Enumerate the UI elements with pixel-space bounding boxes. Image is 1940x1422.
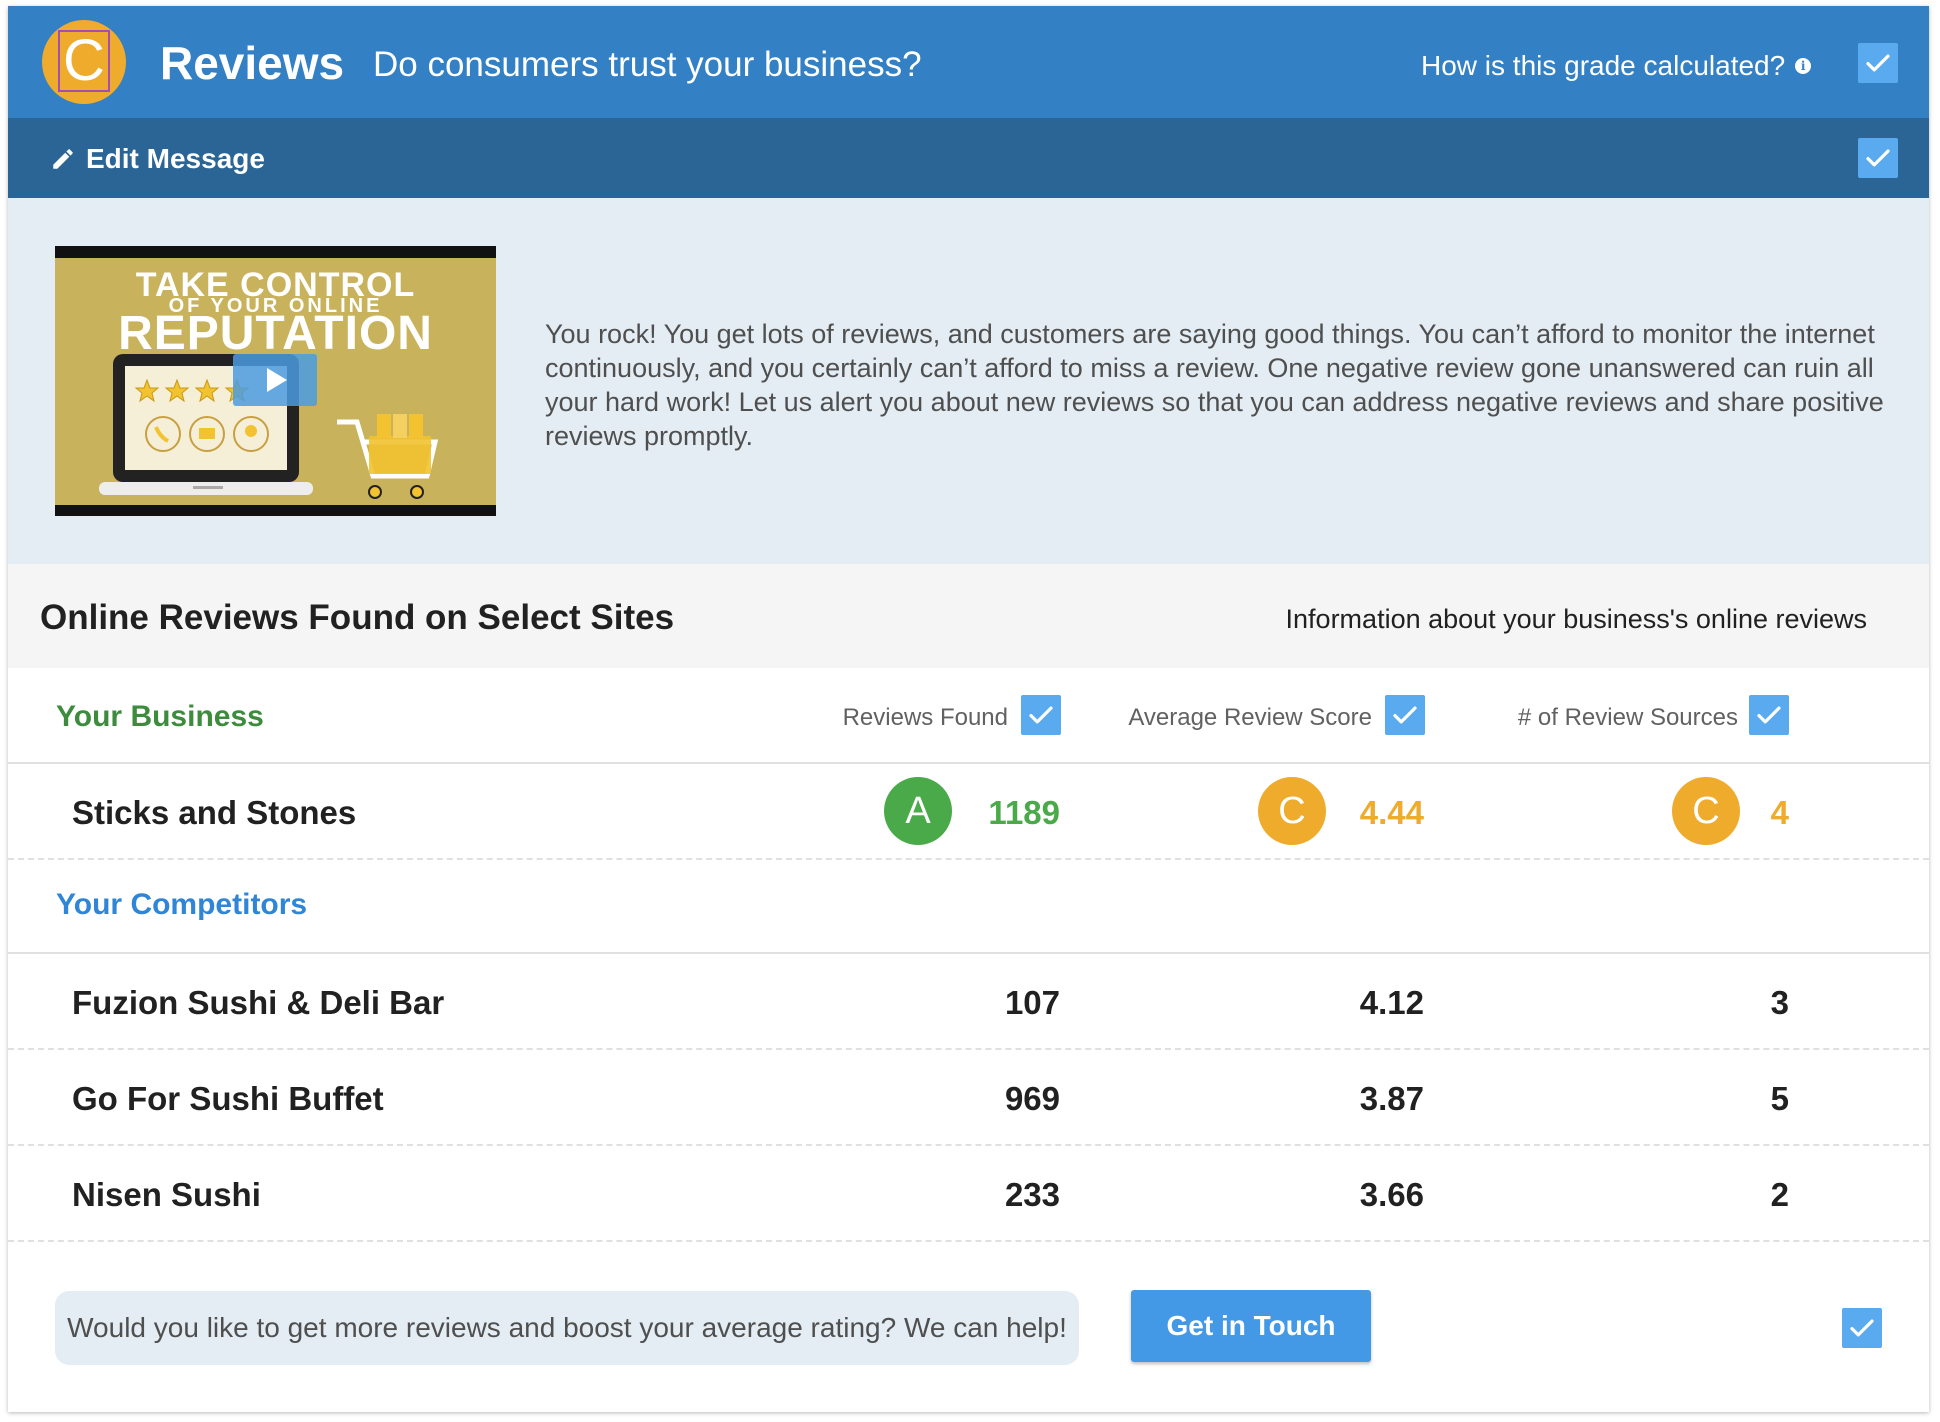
your-competitors-label: Your Competitors [56, 888, 308, 921]
average-score-checkbox[interactable] [1385, 695, 1425, 735]
review-sources-checkbox[interactable] [1749, 695, 1789, 735]
reviews-header: C Reviews Do consumers trust your busine… [8, 6, 1929, 118]
edit-message-bar: Edit Message [8, 118, 1929, 198]
your-business-label: Your Business [56, 700, 264, 733]
competitors-header-row: Your Competitors [8, 860, 1929, 954]
reviews-found-checkbox[interactable] [1021, 695, 1061, 735]
header-visibility-checkbox[interactable] [1858, 43, 1898, 83]
competitor-name: Fuzion Sushi & Deli Bar [72, 984, 445, 1021]
business-row: Sticks and Stones A 1189 C 4.44 C 4 [8, 764, 1929, 860]
get-in-touch-button[interactable]: Get in Touch [1131, 1290, 1371, 1362]
grade-calculation-link[interactable]: How is this grade calculated? i [1421, 50, 1812, 81]
competitor-name: Nisen Sushi [72, 1176, 261, 1213]
table-header-row: Your Business Reviews Found Average Revi… [8, 668, 1929, 764]
edit-message-button[interactable]: Edit Message [50, 145, 265, 173]
edit-message-label: Edit Message [86, 143, 265, 174]
reviews-section-info: Information about your business's online… [1285, 604, 1867, 634]
table-row: Nisen Sushi 233 3.66 2 [8, 1146, 1929, 1242]
info-icon: i [1795, 58, 1812, 74]
business-average-score: 4.44 [1359, 794, 1424, 831]
competitor-reviews-found: 107 [1004, 984, 1060, 1021]
column-header-review-sources: # of Review Sources [1517, 704, 1738, 731]
grade-calculation-label: How is this grade calculated? [1421, 50, 1786, 81]
business-reviews-found: 1189 [988, 794, 1060, 831]
cta-visibility-checkbox[interactable] [1842, 1308, 1882, 1348]
grade-message-text: You rock! You get lots of reviews, and c… [545, 319, 1884, 451]
business-name: Sticks and Stones [72, 794, 357, 831]
competitor-review-sources: 5 [1770, 1080, 1789, 1117]
laptop-illustration [99, 354, 439, 499]
competitor-reviews-found: 233 [1004, 1176, 1060, 1213]
cta-message: Would you like to get more reviews and b… [55, 1291, 1079, 1365]
competitor-review-sources: 3 [1770, 984, 1789, 1021]
section-subtitle: Do consumers trust your business? [373, 45, 922, 84]
competitor-average-score: 3.87 [1359, 1080, 1424, 1117]
competitor-name: Go For Sushi Buffet [72, 1080, 384, 1117]
column-header-average-score: Average Review Score [1128, 704, 1372, 731]
competitor-reviews-found: 969 [1004, 1080, 1060, 1117]
overall-grade-letter: C [58, 30, 110, 92]
checkmark-icon [1393, 706, 1417, 724]
business-review-sources: 4 [1770, 794, 1789, 831]
table-row: Go For Sushi Buffet 969 3.87 5 [8, 1050, 1929, 1146]
checkmark-icon [1850, 1319, 1874, 1337]
pencil-icon [53, 149, 73, 169]
section-title: Reviews [160, 37, 345, 89]
checkmark-icon [1757, 706, 1781, 724]
reviews-card: C Reviews Do consumers trust your busine… [8, 6, 1929, 1412]
message-panel: TAKE CONTROL OF YOUR ONLINE REPUTATION Y… [8, 198, 1929, 564]
video-letterbox-bottom [55, 505, 496, 516]
reputation-video-thumbnail[interactable]: TAKE CONTROL OF YOUR ONLINE REPUTATION [55, 246, 496, 516]
column-header-reviews-found: Reviews Found [842, 704, 1008, 731]
overall-grade-badge: C [42, 20, 126, 104]
checkmark-icon [1029, 706, 1053, 724]
table-row: Fuzion Sushi & Deli Bar 107 4.12 3 [8, 954, 1929, 1050]
message-visibility-checkbox[interactable] [1858, 138, 1898, 178]
checkmark-icon [1866, 54, 1890, 72]
competitor-average-score: 4.12 [1359, 984, 1424, 1021]
reviews-section-header: Online Reviews Found on Select Sites Inf… [8, 564, 1929, 668]
competitor-average-score: 3.66 [1359, 1176, 1424, 1213]
reviews-section-title: Online Reviews Found on Select Sites [40, 598, 675, 637]
competitor-review-sources: 2 [1770, 1176, 1789, 1213]
checkmark-icon [1866, 149, 1890, 167]
